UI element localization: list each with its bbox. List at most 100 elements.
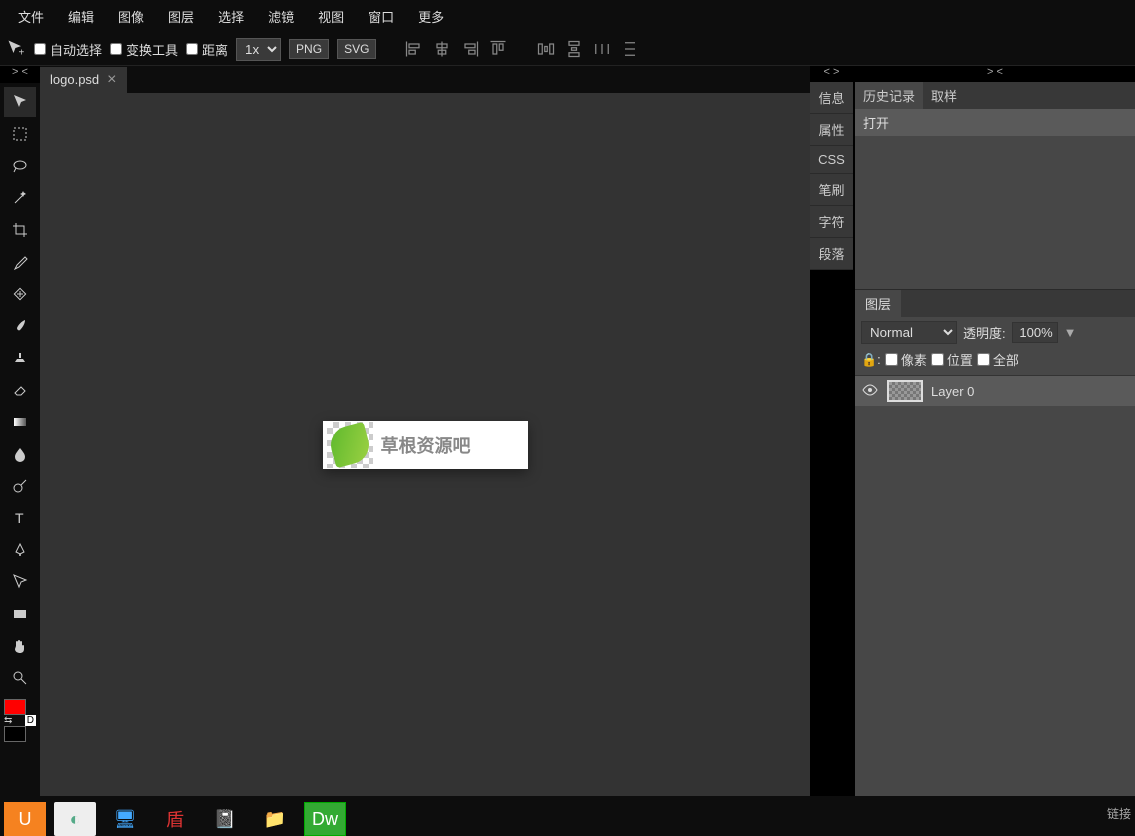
background-color-swatch[interactable] <box>4 726 26 742</box>
logo-mark <box>327 422 373 468</box>
pen-tool[interactable] <box>4 535 36 565</box>
default-colors-icon[interactable]: D <box>25 715 36 726</box>
menu-file[interactable]: 文件 <box>6 7 56 26</box>
export-png-button[interactable]: PNG <box>289 39 329 59</box>
lock-position-checkbox[interactable]: 位置 <box>931 350 973 369</box>
lock-icon: 🔒: <box>861 352 881 368</box>
taskbar-app-1[interactable]: U <box>4 802 46 836</box>
distance-checkbox[interactable]: 距离 <box>186 40 228 59</box>
auto-select-checkbox[interactable]: 自动选择 <box>34 40 102 59</box>
status-text: 链接 <box>1107 805 1131 822</box>
taskbar-app-5[interactable]: 📓 <box>204 802 246 836</box>
menu-window[interactable]: 窗口 <box>356 7 406 26</box>
magic-wand-tool[interactable] <box>4 183 36 213</box>
logo-text: 草根资源吧 <box>381 432 471 458</box>
align-left-icon[interactable] <box>404 39 424 59</box>
type-tool[interactable]: T <box>4 503 36 533</box>
distribute-spacing-v-icon[interactable] <box>620 39 640 59</box>
menu-image[interactable]: 图像 <box>106 7 156 26</box>
right-panel-column: 历史记录 取样 打开 图层 Normal 透明度: 100% ▼ 🔒: 像素 位… <box>855 82 1135 796</box>
lock-pixels-checkbox[interactable]: 像素 <box>885 350 927 369</box>
taskbar-app-3[interactable]: 🖥 <box>104 802 146 836</box>
panels-collapse-handle[interactable]: > < <box>855 66 1135 82</box>
history-panel: 历史记录 取样 打开 <box>855 82 1135 289</box>
canvas-workspace[interactable]: 草根资源吧 <box>40 93 810 796</box>
menu-bar: 文件 编辑 图像 图层 选择 滤镜 视图 窗口 更多 <box>0 0 1135 33</box>
close-tab-icon[interactable]: × <box>107 71 116 89</box>
layer-thumbnail[interactable] <box>887 380 923 402</box>
menu-edit[interactable]: 编辑 <box>56 7 106 26</box>
blend-mode-select[interactable]: Normal <box>861 321 957 344</box>
tool-palette: T ⇆ D <box>0 83 40 796</box>
color-swatches: ⇆ D <box>4 699 36 742</box>
hand-tool[interactable] <box>4 631 36 661</box>
eyedropper-tool[interactable] <box>4 247 36 277</box>
align-center-h-icon[interactable] <box>432 39 452 59</box>
side-tabs-collapse-handle[interactable]: < > <box>810 66 853 82</box>
path-select-tool[interactable] <box>4 567 36 597</box>
layer-row[interactable]: Layer 0 <box>855 376 1135 406</box>
svg-text:+: + <box>19 47 25 58</box>
opacity-slider-icon[interactable]: ▼ <box>1064 325 1077 340</box>
layers-list[interactable]: Layer 0 <box>855 376 1135 796</box>
side-tab-css[interactable]: CSS <box>810 146 853 174</box>
lasso-tool[interactable] <box>4 151 36 181</box>
lock-all-checkbox[interactable]: 全部 <box>977 350 1019 369</box>
menu-filter[interactable]: 滤镜 <box>256 7 306 26</box>
side-tab-character[interactable]: 字符 <box>810 206 853 238</box>
side-tab-brush[interactable]: 笔刷 <box>810 174 853 206</box>
os-taskbar: U ◐ 🖥 盾 📓 📁 Dw 链接 <box>0 796 1135 836</box>
canvas-document: 草根资源吧 <box>323 421 528 469</box>
align-right-icon[interactable] <box>460 39 480 59</box>
dodge-tool[interactable] <box>4 471 36 501</box>
toolbar-collapse-handle[interactable]: > < <box>0 66 40 83</box>
tab-layers[interactable]: 图层 <box>855 290 901 317</box>
eraser-tool[interactable] <box>4 375 36 405</box>
taskbar-app-4[interactable]: 盾 <box>154 802 196 836</box>
gradient-tool[interactable] <box>4 407 36 437</box>
rectangle-tool[interactable] <box>4 599 36 629</box>
collapsed-panel-strip: 信息 属性 CSS 笔刷 字符 段落 <box>810 82 853 270</box>
layer-visibility-icon[interactable] <box>861 384 879 399</box>
taskbar-app-2[interactable]: ◐ <box>54 802 96 836</box>
taskbar-app-7[interactable]: Dw <box>304 802 346 836</box>
options-bar: + 自动选择 变换工具 距离 1x PNG SVG <box>0 33 1135 66</box>
transform-checkbox[interactable]: 变换工具 <box>110 40 178 59</box>
brush-tool[interactable] <box>4 311 36 341</box>
menu-layer[interactable]: 图层 <box>156 7 206 26</box>
side-tab-paragraph[interactable]: 段落 <box>810 238 853 270</box>
opacity-value[interactable]: 100% <box>1012 322 1058 343</box>
side-tab-info[interactable]: 信息 <box>810 82 853 114</box>
taskbar-app-6[interactable]: 📁 <box>254 802 296 836</box>
opacity-label: 透明度: <box>963 323 1006 342</box>
zoom-tool[interactable] <box>4 663 36 693</box>
history-list[interactable]: 打开 <box>855 109 1135 289</box>
tab-history[interactable]: 历史记录 <box>855 82 923 109</box>
marquee-tool[interactable] <box>4 119 36 149</box>
document-tab-bar: logo.psd × <box>40 66 810 93</box>
crop-tool[interactable] <box>4 215 36 245</box>
distribute-h-icon[interactable] <box>536 39 556 59</box>
menu-select[interactable]: 选择 <box>206 7 256 26</box>
svg-text:T: T <box>15 510 24 526</box>
distribute-v-icon[interactable] <box>564 39 584 59</box>
document-tab[interactable]: logo.psd × <box>40 67 127 93</box>
layers-panel: 图层 Normal 透明度: 100% ▼ 🔒: 像素 位置 全部 Layer … <box>855 289 1135 796</box>
align-top-icon[interactable] <box>488 39 508 59</box>
swap-colors-icon[interactable]: ⇆ <box>4 715 12 726</box>
menu-more[interactable]: 更多 <box>406 7 456 26</box>
distribute-spacing-h-icon[interactable] <box>592 39 612 59</box>
history-item[interactable]: 打开 <box>855 109 1135 136</box>
healing-tool[interactable] <box>4 279 36 309</box>
clone-stamp-tool[interactable] <box>4 343 36 373</box>
foreground-color-swatch[interactable] <box>4 699 26 715</box>
move-tool[interactable] <box>4 87 36 117</box>
tab-swatches[interactable]: 取样 <box>923 82 965 109</box>
zoom-select[interactable]: 1x <box>236 38 281 61</box>
layer-name[interactable]: Layer 0 <box>931 384 974 399</box>
document-tab-label: logo.psd <box>50 72 99 87</box>
export-svg-button[interactable]: SVG <box>337 39 376 59</box>
blur-tool[interactable] <box>4 439 36 469</box>
side-tab-properties[interactable]: 属性 <box>810 114 853 146</box>
menu-view[interactable]: 视图 <box>306 7 356 26</box>
